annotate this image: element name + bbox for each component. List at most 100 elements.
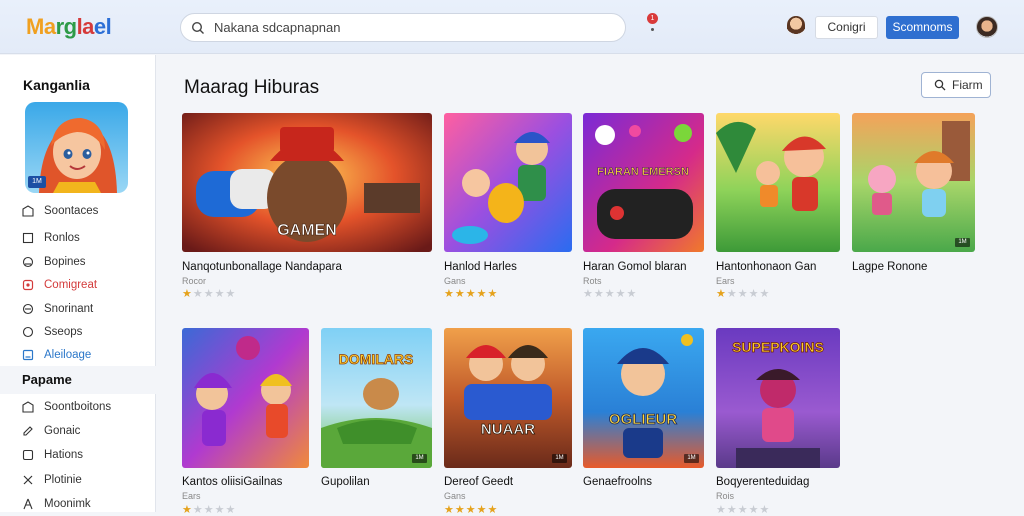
sidebar-item-hations[interactable]: Hations [0, 444, 156, 466]
game-subtitle: Ears [182, 491, 201, 501]
game-thumbnail[interactable]: OGLIEUR 1M [583, 328, 704, 468]
star-empty-icon: ★ [583, 288, 594, 300]
game-tag: 1M [955, 238, 970, 247]
game-thumbnail-text: GAMEN [277, 222, 337, 239]
sidebar-item-label: Moonimk [44, 498, 91, 510]
game-thumbnail[interactable]: DOMILARS 1M [321, 328, 432, 468]
game-thumbnail-text: OGLIEUR [609, 411, 678, 428]
game-tag: 1M [412, 454, 427, 463]
game-thumbnail-text: FIARAN EMERSN [597, 166, 689, 178]
game-title[interactable]: Hanlod Harles [444, 261, 517, 273]
rating-stars: ★★★★★ [182, 503, 236, 516]
logo-part-3: la [76, 14, 95, 39]
filter-button[interactable]: Fiarm [921, 72, 991, 98]
star-filled-icon: ★ [454, 288, 466, 300]
search-icon [191, 21, 204, 34]
circle-icon [22, 326, 34, 338]
login-button[interactable]: Conigri [815, 16, 878, 39]
star-filled-icon: ★ [476, 288, 488, 300]
sidebar-item-ronlos[interactable]: Ronlos [0, 227, 156, 249]
x-icon [23, 475, 33, 485]
rating-stars: ★★★★★ [182, 287, 236, 300]
notification-icon[interactable]: 1 [645, 13, 659, 35]
star-empty-icon: ★ [225, 504, 237, 516]
game-thumbnail[interactable] [444, 113, 572, 252]
sidebar-item-sseops[interactable]: Sseops [0, 321, 156, 343]
star-filled-icon: ★ [444, 504, 455, 516]
star-empty-icon: ★ [737, 288, 749, 300]
app-logo[interactable]: Marglael [26, 14, 112, 40]
game-thumbnail[interactable] [182, 328, 309, 468]
rating-stars: ★★★★★ [444, 503, 498, 516]
pen-icon [23, 426, 33, 436]
game-thumbnail[interactable]: GAMEN [182, 113, 432, 252]
sidebar-item-label: Aleiloage [44, 349, 92, 361]
star-empty-icon: ★ [737, 504, 749, 516]
star-empty-icon: ★ [593, 288, 605, 300]
signup-button[interactable]: Scomnoms [886, 16, 959, 39]
star-filled-icon: ★ [454, 504, 466, 516]
game-title[interactable]: Dereof Geedt [444, 476, 513, 488]
game-title[interactable]: Gupolilan [321, 476, 370, 488]
sidebar-item-soontaces[interactable]: Soontaces [0, 200, 156, 222]
game-subtitle: Gans [444, 276, 466, 286]
game-title[interactable]: Genaefroolns [583, 476, 652, 488]
search-bar[interactable] [180, 13, 626, 42]
sidebar-item-snorinant[interactable]: Snorinant [0, 298, 156, 320]
sidebar: Kanganlia 1M Soontaces Ronlos Bopines Co… [0, 55, 156, 512]
search-input[interactable] [214, 20, 594, 35]
game-tag: 1M [552, 454, 567, 463]
game-thumbnail-text: NUAAR [481, 421, 535, 438]
character-avatar[interactable] [787, 16, 805, 38]
star-filled-icon: ★ [465, 504, 477, 516]
star-filled-icon: ★ [444, 288, 455, 300]
sidebar-item-comigreat[interactable]: Comigreat [0, 274, 156, 296]
star-empty-icon: ★ [203, 504, 215, 516]
sidebar-item-label: Sseops [44, 326, 83, 338]
star-filled-icon: ★ [476, 504, 488, 516]
sidebar-item-label: Comigreat [44, 279, 98, 291]
game-subtitle: Rots [583, 276, 602, 286]
notification-badge: 1 [647, 13, 658, 24]
game-thumbnail[interactable]: 1M [852, 113, 975, 252]
sidebar-item-plotinie[interactable]: Plotinie [0, 469, 156, 491]
game-title[interactable]: Boqyerenteduidag [716, 476, 809, 488]
rating-stars: ★★★★★ [716, 287, 770, 300]
star-empty-icon: ★ [726, 288, 738, 300]
sidebar-item-label: Ronlos [44, 232, 80, 244]
star-filled-icon: ★ [465, 288, 477, 300]
game-thumbnail[interactable]: FIARAN EMERSN [583, 113, 704, 252]
game-title[interactable]: Kantos oliisiGailnas [182, 476, 282, 488]
game-title[interactable]: Lagpe Ronone [852, 261, 927, 273]
star-filled-icon: ★ [182, 504, 193, 516]
game-title[interactable]: Haran Gomol blaran [583, 261, 687, 273]
rating-stars: ★★★★★ [444, 287, 498, 300]
star-empty-icon: ★ [759, 288, 771, 300]
star-empty-icon: ★ [604, 288, 616, 300]
game-thumbnail[interactable] [716, 113, 840, 252]
featured-character-image[interactable]: 1M [25, 102, 128, 193]
game-title[interactable]: Nanqotunbonallage Nandapara [182, 261, 342, 273]
sidebar-item-label: Hations [44, 449, 83, 461]
star-empty-icon: ★ [203, 288, 215, 300]
star-empty-icon: ★ [626, 288, 638, 300]
star-filled-icon: ★ [487, 504, 499, 516]
sidebar-section-title: Papame [0, 366, 156, 394]
sidebar-item-gonaic[interactable]: Gonaic [0, 420, 156, 442]
game-thumbnail[interactable]: SUPEPKOINS [716, 328, 840, 468]
game-thumbnail-text: SUPEPKOINS [732, 339, 824, 355]
sidebar-item-soontboitons[interactable]: Soontboitons [0, 396, 156, 418]
game-subtitle: Ears [716, 276, 735, 286]
user-avatar[interactable] [976, 16, 998, 38]
sidebar-item-aleiloage[interactable]: Aleiloage [0, 344, 156, 366]
grid-icon [22, 205, 34, 217]
star-empty-icon: ★ [225, 288, 237, 300]
game-thumbnail-text: DOMILARS [339, 351, 414, 367]
sidebar-item-label: Gonaic [44, 425, 81, 437]
star-empty-icon: ★ [716, 504, 727, 516]
top-bar: Marglael 1 Conigri Scomnoms [0, 0, 1024, 54]
game-subtitle: Rocor [182, 276, 207, 286]
game-thumbnail[interactable]: NUAAR 1M [444, 328, 572, 468]
sidebar-item-bopines[interactable]: Bopines [0, 251, 156, 273]
game-title[interactable]: Hantonhonaon Gan [716, 261, 816, 273]
